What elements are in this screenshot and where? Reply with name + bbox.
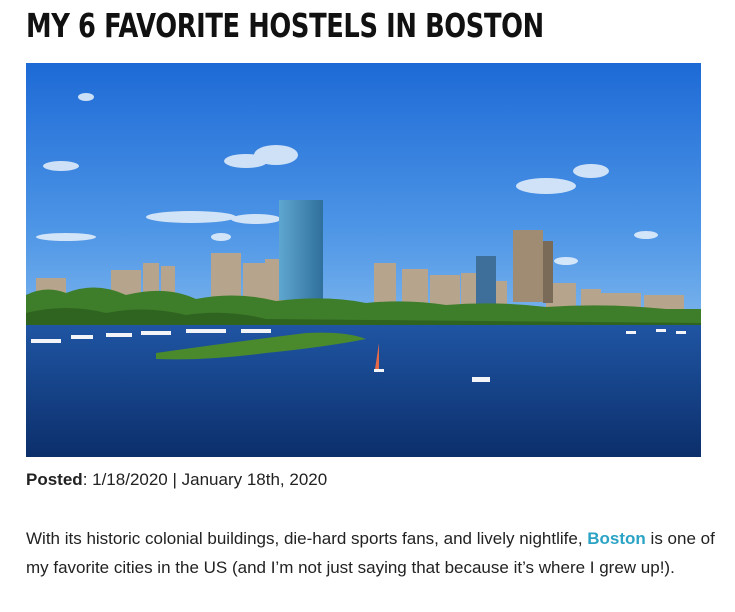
intro-text-before: With its historic colonial buildings, di…: [26, 529, 588, 548]
intro-paragraph: With its historic colonial buildings, di…: [26, 524, 716, 582]
boston-skyline-photo: [26, 63, 701, 457]
boston-link[interactable]: Boston: [587, 529, 646, 548]
posted-label: Posted: [26, 470, 83, 489]
post-date: Posted: 1/18/2020 | January 18th, 2020: [26, 470, 327, 490]
page-title: MY 6 FAVORITE HOSTELS IN BOSTON: [26, 6, 544, 45]
posted-date-value: : 1/18/2020 | January 18th, 2020: [82, 470, 328, 489]
hero-image: [26, 63, 701, 457]
